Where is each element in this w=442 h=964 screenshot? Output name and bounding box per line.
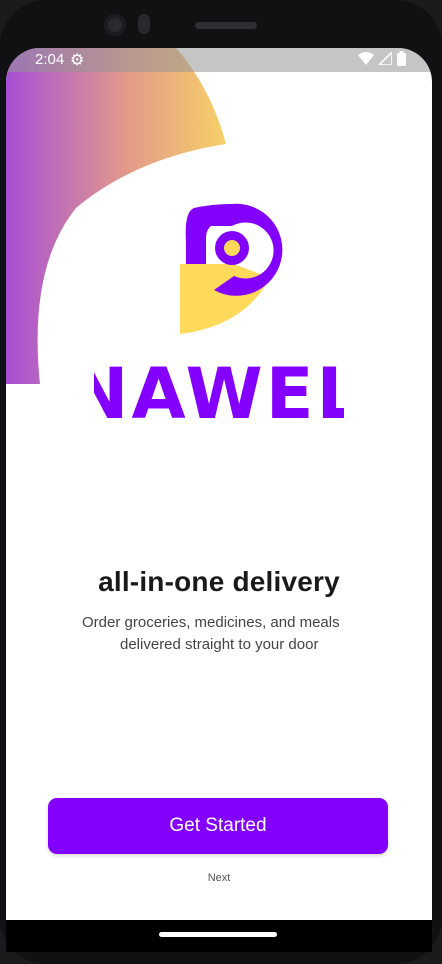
- get-started-button[interactable]: Get Started: [48, 798, 388, 854]
- nawel-logo: NAWEL: [94, 203, 344, 428]
- battery-icon: [397, 51, 406, 66]
- front-camera: [104, 14, 126, 36]
- wifi-icon: [358, 52, 374, 65]
- onboarding-subtitle: Order groceries, medicines, and meals de…: [82, 612, 362, 656]
- logo-wordmark: NAWEL: [94, 353, 344, 428]
- status-time: 2:04: [35, 51, 65, 68]
- top-bezel: [0, 0, 442, 48]
- status-bar: 2:04 ⚙: [6, 48, 432, 72]
- app-screen: 2:04 ⚙ NAWEL all-in-one delivery Order g…: [6, 48, 432, 920]
- next-link[interactable]: Next: [6, 872, 432, 884]
- subtitle-line-1: Order groceries, medicines, and meals: [82, 614, 340, 631]
- onboarding-headline: all-in-one delivery: [98, 566, 340, 597]
- gear-icon: ⚙: [70, 52, 85, 69]
- system-nav-bar: [6, 920, 432, 952]
- earpiece-speaker: [195, 22, 257, 29]
- proximity-sensor: [138, 14, 150, 34]
- status-icons: [358, 51, 406, 66]
- subtitle-line-2: delivered straight to your door: [120, 636, 319, 653]
- signal-icon: [379, 52, 392, 65]
- home-gesture-handle[interactable]: [159, 932, 277, 937]
- phone-frame: 2:04 ⚙ NAWEL all-in-one delivery Order g…: [0, 0, 442, 964]
